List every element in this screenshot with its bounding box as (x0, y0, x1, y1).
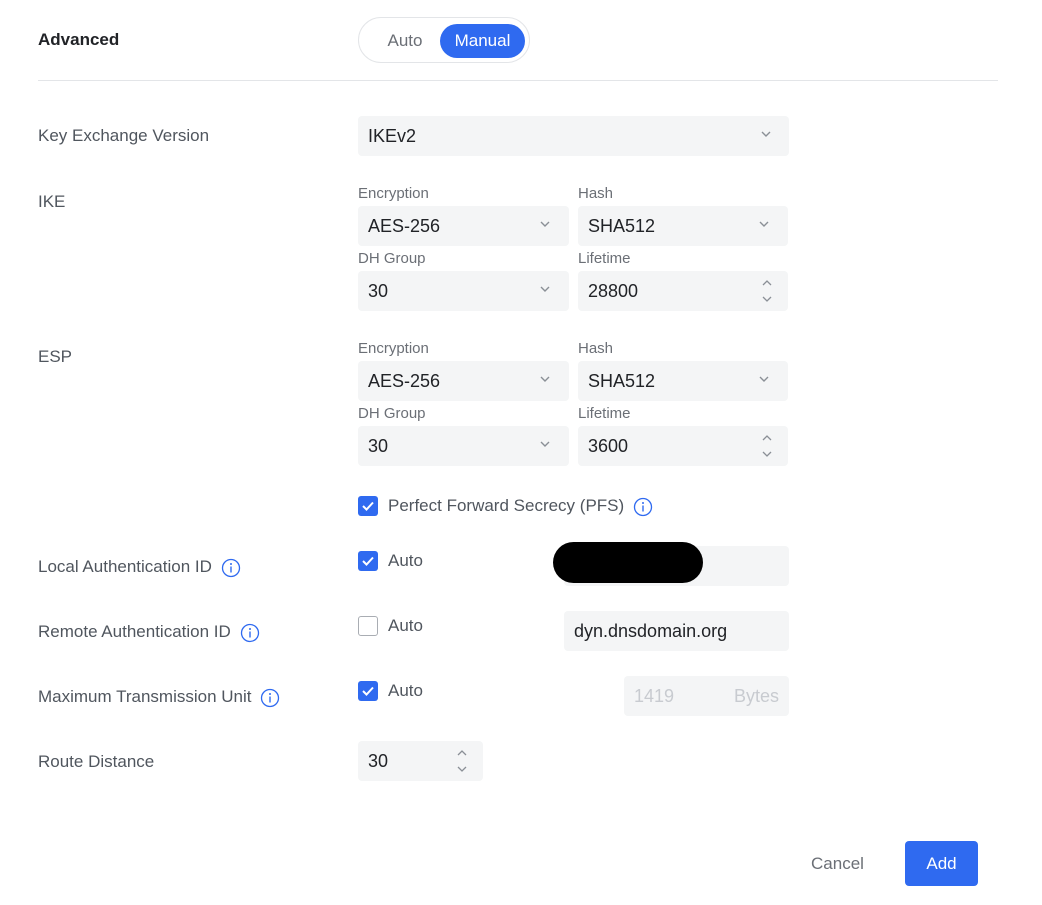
ike-dh-label: DH Group (358, 250, 426, 267)
esp-lifetime-value: 3600 (588, 436, 629, 456)
add-button[interactable]: Add (905, 841, 978, 886)
mtu-label: Maximum Transmission Unit (38, 687, 252, 706)
route-distance-label: Route Distance (38, 752, 155, 771)
pfs-checkbox[interactable] (358, 496, 378, 516)
ike-label: IKE (38, 192, 66, 211)
stepper-icon[interactable] (760, 431, 774, 461)
esp-dh-value: 30 (368, 436, 389, 456)
esp-hash-label: Hash (578, 340, 614, 357)
chevron-down-icon (540, 286, 550, 292)
mtu-auto-checkbox[interactable] (358, 681, 378, 701)
ike-hash-label: Hash (578, 185, 614, 202)
chevron-down-icon (540, 376, 550, 382)
mode-manual-option[interactable]: Manual (440, 24, 525, 58)
remote-auth-auto-checkbox[interactable] (358, 616, 378, 636)
esp-dh-select[interactable]: 30 (358, 426, 569, 466)
ike-encryption-select[interactable]: AES-256 (358, 206, 569, 246)
ike-dh-select[interactable]: 30 (358, 271, 569, 311)
route-distance-input[interactable]: 30 (358, 741, 483, 781)
chevron-down-icon (540, 221, 550, 227)
local-auth-auto-label: Auto (388, 551, 423, 570)
ike-dh-value: 30 (368, 281, 389, 301)
mtu-unit: Bytes (733, 686, 779, 706)
esp-hash-select[interactable]: SHA512 (578, 361, 788, 401)
pfs-label: Perfect Forward Secrecy (PFS) (388, 496, 625, 515)
checkmark-icon (362, 501, 374, 511)
remote-auth-input[interactable]: dyn.dnsdomain.org (564, 611, 789, 651)
ike-lifetime-input[interactable]: 28800 (578, 271, 788, 311)
divider (38, 80, 998, 81)
stepper-icon[interactable] (760, 276, 774, 306)
ike-encryption-label: Encryption (358, 185, 429, 202)
local-auth-label-row: Local Authentication ID (38, 557, 241, 578)
ike-lifetime-label: Lifetime (578, 250, 631, 267)
mtu-value: 1419 (634, 686, 675, 706)
mtu-label-row: Maximum Transmission Unit (38, 687, 280, 708)
cancel-button[interactable]: Cancel (800, 841, 875, 886)
key-exchange-label: Key Exchange Version (38, 126, 210, 145)
mtu-auto-label: Auto (388, 681, 423, 700)
route-distance-value: 30 (368, 751, 389, 771)
esp-encryption-label: Encryption (358, 340, 429, 357)
ike-lifetime-value: 28800 (588, 281, 639, 301)
local-auth-label: Local Authentication ID (38, 557, 212, 576)
remote-auth-label-row: Remote Authentication ID (38, 622, 260, 643)
esp-encryption-value: AES-256 (368, 371, 441, 391)
pfs-label-row: Perfect Forward Secrecy (PFS) (388, 496, 653, 517)
key-exchange-value: IKEv2 (368, 126, 417, 146)
esp-encryption-select[interactable]: AES-256 (358, 361, 569, 401)
info-icon[interactable] (260, 688, 280, 708)
chevron-down-icon (759, 221, 769, 227)
esp-hash-value: SHA512 (588, 371, 656, 391)
chevron-down-icon (759, 376, 769, 382)
ike-hash-value: SHA512 (588, 216, 656, 236)
mtu-input[interactable]: 1419 Bytes (624, 676, 789, 716)
redaction-mark (553, 542, 703, 583)
esp-dh-label: DH Group (358, 405, 426, 422)
esp-lifetime-label: Lifetime (578, 405, 631, 422)
remote-auth-label: Remote Authentication ID (38, 622, 231, 641)
stepper-icon[interactable] (455, 746, 469, 776)
checkmark-icon (362, 686, 374, 696)
checkmark-icon (362, 556, 374, 566)
remote-auth-auto-label: Auto (388, 616, 423, 635)
section-title: Advanced (38, 30, 120, 49)
info-icon[interactable] (633, 497, 653, 517)
local-auth-auto-checkbox[interactable] (358, 551, 378, 571)
chevron-down-icon (540, 441, 550, 447)
key-exchange-select[interactable]: IKEv2 (358, 116, 789, 156)
chevron-down-icon (761, 131, 771, 137)
info-icon[interactable] (221, 558, 241, 578)
mode-auto-option[interactable]: Auto (367, 24, 443, 58)
ike-hash-select[interactable]: SHA512 (578, 206, 788, 246)
esp-lifetime-input[interactable]: 3600 (578, 426, 788, 466)
esp-label: ESP (38, 347, 73, 366)
mode-toggle: Auto Manual (358, 17, 530, 63)
ike-encryption-value: AES-256 (368, 216, 441, 236)
info-icon[interactable] (240, 623, 260, 643)
